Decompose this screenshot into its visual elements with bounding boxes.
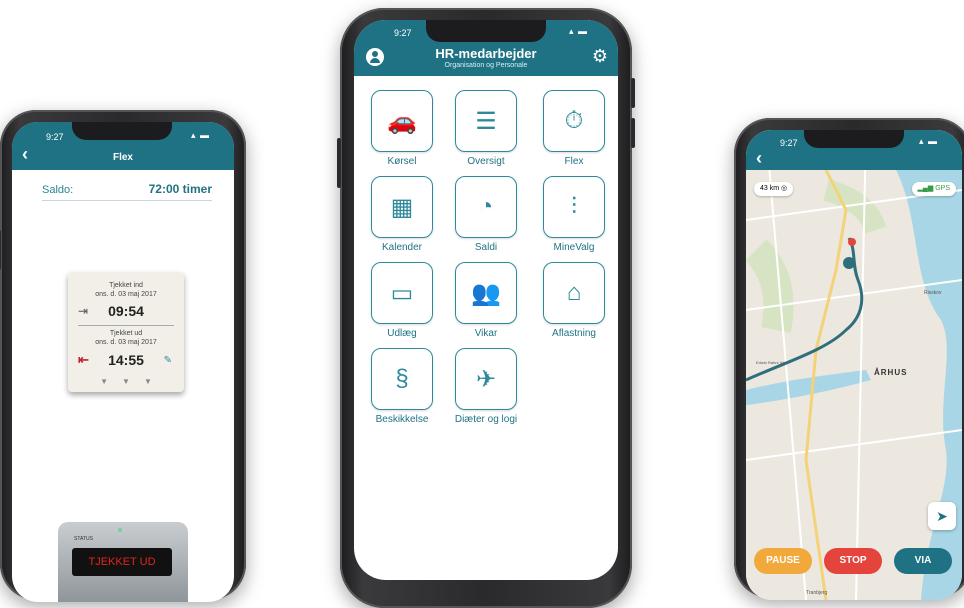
back-icon[interactable]: ‹ bbox=[756, 148, 762, 169]
place-label: Risskov bbox=[924, 290, 942, 296]
travel-globe-icon[interactable]: ✈ bbox=[455, 348, 517, 410]
device-led bbox=[118, 528, 122, 532]
substitute-icon[interactable]: 👥 bbox=[455, 262, 517, 324]
menu-tile[interactable]: ⏱ Flex bbox=[542, 90, 606, 167]
menu-tile[interactable]: ✈ Diæter og logi bbox=[454, 348, 518, 425]
side-button bbox=[0, 230, 1, 270]
place-label: Edwin Rahrs Vej bbox=[756, 360, 786, 365]
edit-icon[interactable]: ✎ bbox=[164, 355, 172, 366]
menu-tile-label: Oversigt bbox=[467, 156, 505, 167]
status-icons: ▴ ▬ bbox=[568, 26, 588, 36]
gear-icon[interactable]: ⚙ bbox=[592, 46, 608, 67]
gps-label: GPS bbox=[935, 185, 950, 192]
appointment-icon[interactable]: § bbox=[371, 348, 433, 410]
list-icon[interactable]: ☰ bbox=[455, 90, 517, 152]
checkin-label: Tjekket ind bbox=[109, 282, 143, 289]
distance-icon: ◎ bbox=[781, 185, 788, 192]
checkin-time: 09:54 bbox=[108, 303, 144, 319]
page-title: Flex bbox=[112, 152, 133, 163]
car-icon[interactable]: 🚗 bbox=[371, 90, 433, 152]
expand-arrows-icon[interactable]: ▼▼▼ bbox=[68, 377, 184, 386]
divider bbox=[78, 325, 174, 326]
page-subtitle: Organisation og Personale bbox=[444, 62, 528, 69]
distance-pill: 43 km ◎ bbox=[754, 182, 794, 196]
check-device: STATUS TJEKKET UD bbox=[58, 522, 188, 602]
menu-phone: 9:27 ▴ ▬ HR-medarbejder Organisation og … bbox=[337, 8, 635, 608]
menu-tile[interactable]: 🚗 Kørsel bbox=[370, 90, 434, 167]
menu-tile[interactable]: § Beskikkelse bbox=[370, 348, 434, 425]
status-time: 9:27 bbox=[780, 138, 798, 148]
map-screen: 9:27 ▴ ▬ ‹ 43 km ◎ ▂▄▆ GPS ÅRHUS Risskov… bbox=[746, 130, 962, 600]
flex-phone: 9:27 ▴ ▬ ‹ Flex Saldo: 72:00 timer Tjekk… bbox=[0, 110, 246, 602]
status-icons: ▴ ▬ bbox=[918, 136, 938, 146]
side-button bbox=[631, 78, 635, 108]
side-button bbox=[337, 138, 341, 188]
stop-button[interactable]: STOP bbox=[824, 548, 882, 574]
city-label: ÅRHUS bbox=[874, 368, 908, 377]
menu-tile-label: Beskikkelse bbox=[375, 414, 429, 425]
position-marker bbox=[843, 257, 855, 269]
destination-marker bbox=[848, 238, 856, 246]
map-phone: 9:27 ▴ ▬ ‹ 43 km ◎ ▂▄▆ GPS ÅRHUS Risskov… bbox=[734, 118, 964, 600]
menu-tile[interactable]: ⌂ Aflastning bbox=[542, 262, 606, 339]
status-time: 9:27 bbox=[394, 28, 412, 38]
checkout-date: ons. d. 03 maj 2017 bbox=[95, 339, 157, 346]
menu-tile-label: Kalender bbox=[381, 242, 423, 253]
distance-value: 43 km bbox=[760, 185, 780, 192]
gps-pill: ▂▄▆ GPS bbox=[911, 182, 956, 196]
notch bbox=[72, 122, 172, 140]
menu-tile-label: Aflastning bbox=[552, 328, 596, 339]
menu-tile-label: Saldi bbox=[474, 242, 498, 253]
menu-tile[interactable]: ◔ Saldi bbox=[454, 176, 518, 253]
menu-tile-label: Flex bbox=[564, 156, 584, 167]
check-card: Tjekket ind ons. d. 03 maj 2017 ⇥ 09:54 … bbox=[68, 272, 184, 392]
checkin-date: ons. d. 03 maj 2017 bbox=[95, 291, 157, 298]
status-icons: ▴ ▬ bbox=[190, 130, 210, 140]
menu-tile[interactable]: 👥 Vikar bbox=[454, 262, 518, 339]
pause-button[interactable]: PAUSE bbox=[754, 548, 812, 574]
menu-tile[interactable]: ☰ Oversigt bbox=[454, 90, 518, 167]
page-title: HR-medarbejder bbox=[435, 46, 537, 61]
saldo-row: Saldo: 72:00 timer bbox=[42, 182, 212, 201]
checkout-label: Tjekket ud bbox=[109, 330, 143, 337]
map[interactable] bbox=[746, 130, 962, 600]
calendar-icon[interactable]: ▦ bbox=[371, 176, 433, 238]
notch bbox=[804, 130, 904, 148]
navigate-icon[interactable]: ➤ bbox=[928, 502, 956, 530]
menu-tile[interactable]: ⫶ MineValg bbox=[542, 176, 606, 253]
notch bbox=[426, 20, 546, 42]
side-button bbox=[631, 118, 635, 148]
clock-sum-icon[interactable]: ◔ bbox=[455, 176, 517, 238]
menu-tile-label: Diæter og logi bbox=[454, 414, 518, 425]
menu-tile-label: Udlæg bbox=[387, 328, 417, 339]
place-label: Tranbjerg bbox=[806, 590, 828, 596]
flex-screen: 9:27 ▴ ▬ ‹ Flex Saldo: 72:00 timer Tjekk… bbox=[12, 122, 234, 602]
menu-tile-label: Kørsel bbox=[387, 156, 417, 167]
device-display: TJEKKET UD bbox=[72, 548, 172, 576]
menu-screen: 9:27 ▴ ▬ HR-medarbejder Organisation og … bbox=[354, 20, 618, 580]
menu-tile-label: Vikar bbox=[474, 328, 498, 339]
wallet-icon[interactable]: ▭ bbox=[371, 262, 433, 324]
menu-tile[interactable]: ▭ Udlæg bbox=[370, 262, 434, 339]
signal-icon: ▂▄▆ bbox=[917, 185, 934, 192]
sliders-icon[interactable]: ⫶ bbox=[543, 176, 605, 238]
menu-tile[interactable]: ▦ Kalender bbox=[370, 176, 434, 253]
status-time: 9:27 bbox=[46, 132, 64, 142]
menu-tile-label: MineValg bbox=[553, 242, 595, 253]
saldo-label: Saldo: bbox=[42, 184, 74, 196]
device-status-label: STATUS bbox=[74, 536, 93, 542]
house-people-icon[interactable]: ⌂ bbox=[543, 262, 605, 324]
stopwatch-icon[interactable]: ⏱ bbox=[543, 90, 605, 152]
saldo-value: 72:00 timer bbox=[148, 182, 212, 196]
via-button[interactable]: VIA bbox=[894, 548, 952, 574]
